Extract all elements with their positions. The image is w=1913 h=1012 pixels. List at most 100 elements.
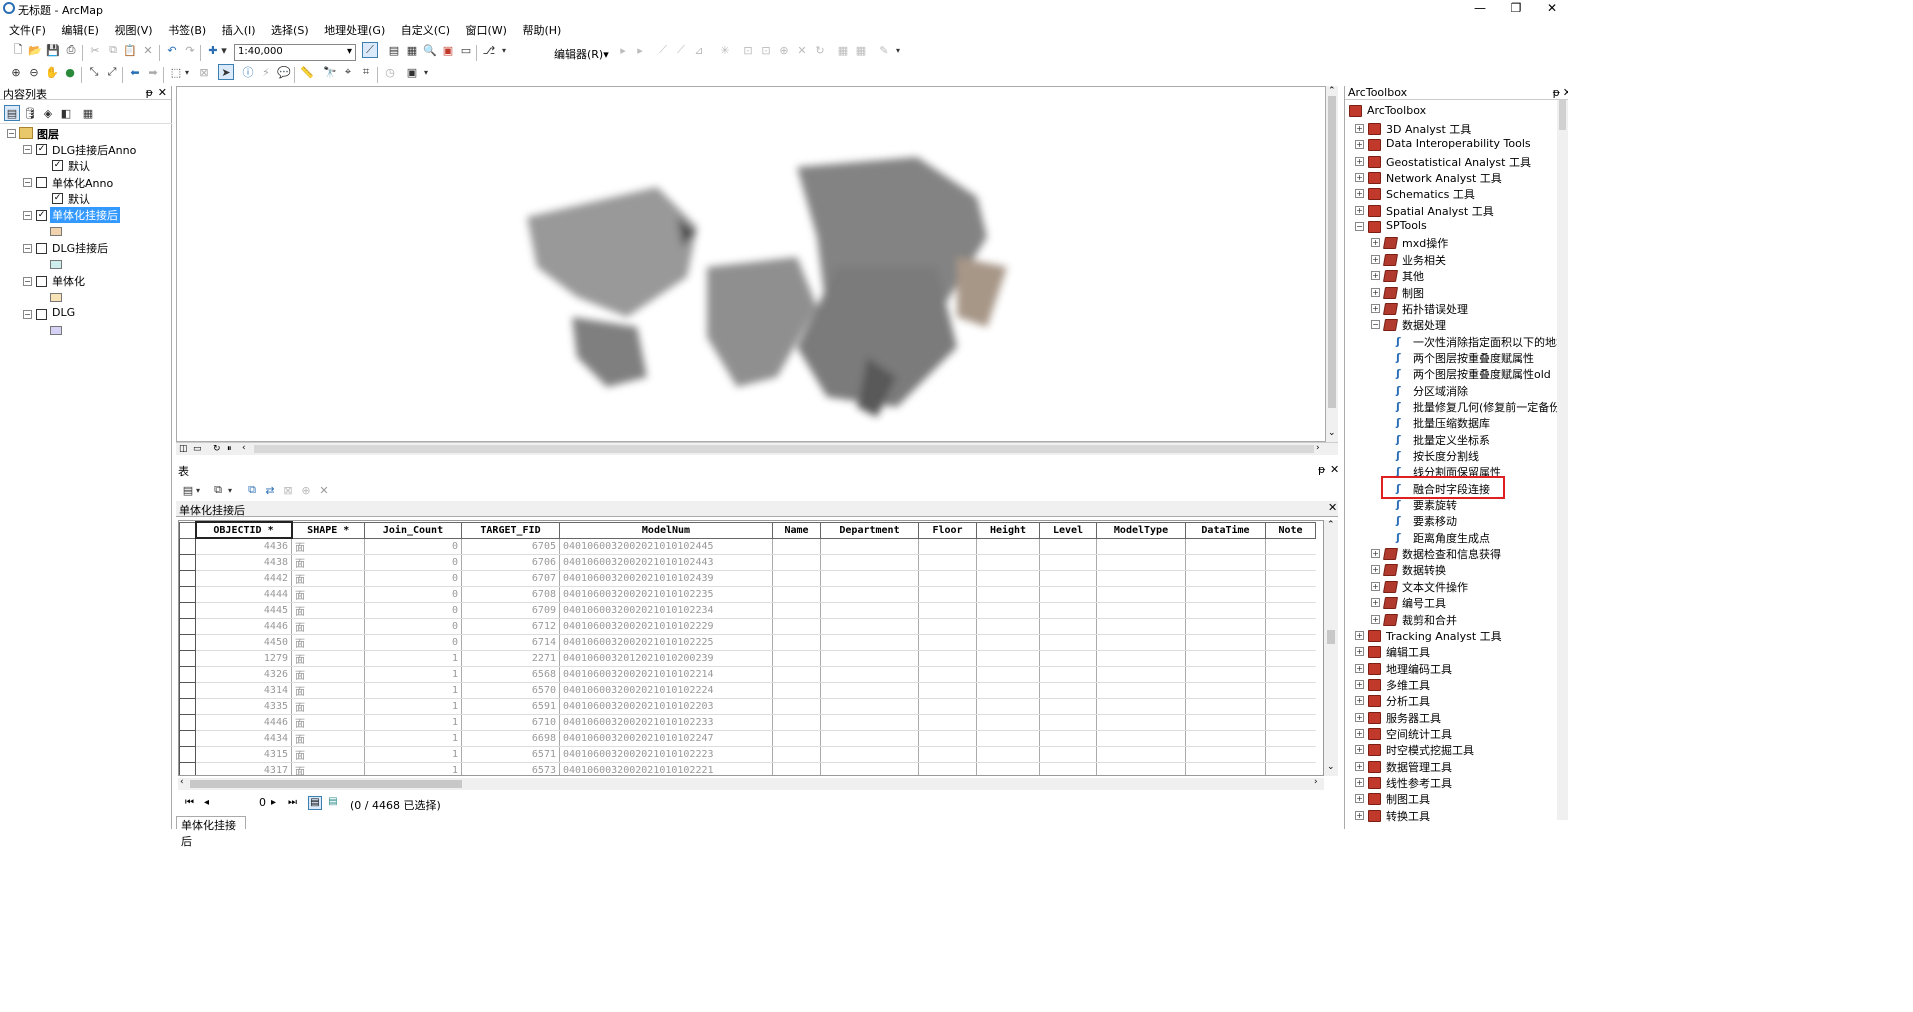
- go-to-xy-icon[interactable]: ⌗: [358, 64, 374, 80]
- edit-annotation-icon[interactable]: ▸: [632, 42, 648, 58]
- table-cell[interactable]: [918, 634, 977, 651]
- table-cell[interactable]: [1185, 602, 1266, 619]
- table-cell[interactable]: [1096, 586, 1186, 603]
- select-elements-icon[interactable]: ➤: [218, 64, 234, 80]
- copy-icon[interactable]: ⧉: [105, 42, 121, 58]
- table-bottom-tab[interactable]: 单体化挂接后: [176, 816, 246, 848]
- trace-icon[interactable]: ⊿: [691, 42, 707, 58]
- cut-polygons-icon[interactable]: ⊕: [776, 42, 792, 58]
- table-cell[interactable]: [1039, 714, 1097, 731]
- table-cell[interactable]: [918, 762, 977, 775]
- table-row[interactable]: 4314 面 1 6570 0401060032002021010102224: [179, 681, 1316, 699]
- editor-toolbar-options-icon[interactable]: ▾: [894, 42, 902, 58]
- table-row[interactable]: 4446 面 1 6710 0401060032002021010102233: [179, 713, 1316, 731]
- expand-icon[interactable]: +: [1355, 156, 1364, 166]
- table-cell[interactable]: 6698: [461, 730, 560, 747]
- table-cell[interactable]: [820, 586, 919, 603]
- table-cell[interactable]: [1096, 666, 1186, 683]
- table-cell[interactable]: 面: [291, 698, 365, 715]
- table-cell[interactable]: 4438: [195, 554, 292, 571]
- arctoolbox-scrollbar[interactable]: [1557, 100, 1568, 820]
- layer-visibility-checkbox[interactable]: [36, 276, 47, 287]
- table-cell[interactable]: [1185, 762, 1266, 775]
- close-toc-icon[interactable]: ✕: [158, 86, 167, 99]
- row-selector[interactable]: [179, 617, 196, 635]
- close-table-tab-icon[interactable]: ✕: [1328, 501, 1337, 514]
- table-cell[interactable]: [772, 698, 821, 715]
- row-selector[interactable]: [179, 569, 196, 587]
- map-view[interactable]: [176, 86, 1326, 442]
- menu-insert[interactable]: 插入(I): [216, 20, 262, 40]
- editor-toolbar-toggle-icon[interactable]: ⟋: [362, 42, 378, 58]
- table-cell[interactable]: [1265, 762, 1316, 775]
- layer-monomer[interactable]: 单体化: [52, 273, 85, 289]
- table-cell[interactable]: [918, 538, 977, 555]
- scroll-left-icon[interactable]: ‹: [242, 443, 246, 453]
- search-window-icon[interactable]: 🔍: [422, 42, 438, 58]
- table-cell[interactable]: [820, 698, 919, 715]
- row-selector[interactable]: [179, 761, 196, 775]
- first-record-icon[interactable]: ⏮: [185, 797, 194, 808]
- column-header[interactable]: Department: [820, 521, 919, 539]
- table-cell[interactable]: [772, 730, 821, 747]
- column-header[interactable]: TARGET_FID: [461, 521, 560, 539]
- table-row[interactable]: 4446 面 0 6712 0401060032002021010102229: [179, 617, 1316, 635]
- expand-icon[interactable]: +: [1371, 614, 1380, 624]
- expand-icon[interactable]: +: [1355, 630, 1364, 640]
- expand-icon[interactable]: +: [1355, 761, 1364, 771]
- last-record-icon[interactable]: ⏭: [288, 797, 297, 808]
- table-cell[interactable]: 面: [291, 618, 365, 635]
- table-cell[interactable]: [1265, 746, 1316, 763]
- clear-table-selection-icon[interactable]: ⊠: [280, 482, 296, 498]
- table-row[interactable]: 4444 面 0 6708 0401060032002021010102235: [179, 585, 1316, 603]
- table-cell[interactable]: 4446: [195, 618, 292, 635]
- row-selector[interactable]: [179, 713, 196, 731]
- table-cell[interactable]: 1: [364, 730, 462, 747]
- map-vertical-scrollbar[interactable]: ⌃ ⌄: [1326, 86, 1338, 442]
- layer-collapse-icon[interactable]: −: [23, 310, 32, 319]
- layer-monomer-anno[interactable]: 单体化Anno: [52, 175, 113, 191]
- table-cell[interactable]: 0401060032002021010102221: [559, 762, 773, 775]
- table-cell[interactable]: [1039, 538, 1097, 555]
- layer-collapse-icon[interactable]: −: [23, 244, 32, 253]
- table-cell[interactable]: 6712: [461, 618, 560, 635]
- layer-visibility-checkbox[interactable]: [36, 177, 47, 188]
- maximize-button[interactable]: ❐: [1498, 0, 1534, 18]
- table-cell[interactable]: [976, 634, 1040, 651]
- select-features-dropdown-icon[interactable]: ▾: [183, 64, 191, 80]
- menu-bookmarks[interactable]: 书签(B): [162, 20, 212, 40]
- table-cell[interactable]: [1185, 714, 1266, 731]
- table-cell[interactable]: 0: [364, 570, 462, 587]
- table-cell[interactable]: 2271: [461, 650, 560, 667]
- table-row[interactable]: 4326 面 1 6568 0401060032002021010102214: [179, 665, 1316, 683]
- row-selector[interactable]: [179, 553, 196, 571]
- table-cell[interactable]: 面: [291, 682, 365, 699]
- table-cell[interactable]: [976, 602, 1040, 619]
- table-cell[interactable]: [976, 538, 1040, 555]
- table-cell[interactable]: [772, 570, 821, 587]
- expand-icon[interactable]: +: [1371, 238, 1380, 248]
- toolbar-options-icon[interactable]: ▾: [500, 42, 508, 58]
- menu-selection[interactable]: 选择(S): [265, 20, 315, 40]
- add-data-dropdown-icon[interactable]: ▾: [219, 42, 229, 58]
- layer-visibility-checkbox[interactable]: ✓: [36, 144, 47, 155]
- column-header[interactable]: OBJECTID *: [194, 521, 293, 539]
- close-table-icon[interactable]: ✕: [1330, 463, 1339, 476]
- expand-icon[interactable]: +: [1355, 679, 1364, 689]
- table-cell[interactable]: 0: [364, 538, 462, 555]
- fixed-zoom-in-icon[interactable]: ⤡: [86, 64, 102, 80]
- table-cell[interactable]: 0401060032002021010102443: [559, 554, 773, 571]
- table-cell[interactable]: [1096, 618, 1186, 635]
- table-of-contents-icon[interactable]: ▤: [386, 42, 402, 58]
- table-cell[interactable]: 面: [291, 602, 365, 619]
- table-cell[interactable]: [1265, 634, 1316, 651]
- table-cell[interactable]: 4444: [195, 586, 292, 603]
- table-cell[interactable]: [918, 570, 977, 587]
- table-cell[interactable]: 1279: [195, 650, 292, 667]
- row-selector[interactable]: [179, 601, 196, 619]
- table-cell[interactable]: 0401060032012021010200239: [559, 650, 773, 667]
- table-cell[interactable]: 0: [364, 618, 462, 635]
- table-cell[interactable]: [918, 650, 977, 667]
- point-icon[interactable]: ✳: [717, 42, 733, 58]
- table-cell[interactable]: [772, 586, 821, 603]
